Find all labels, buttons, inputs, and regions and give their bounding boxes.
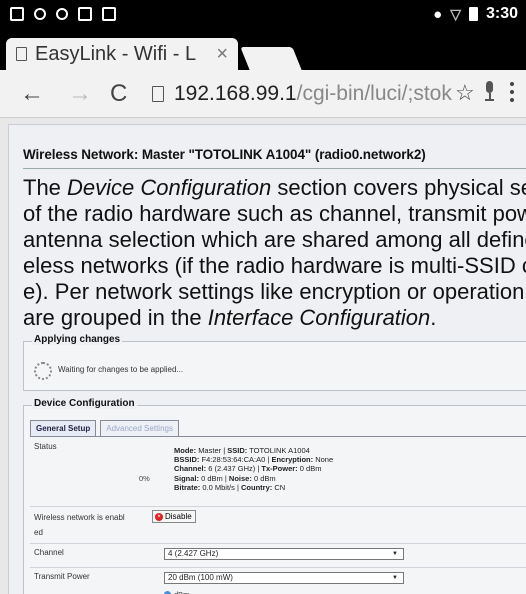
phone-icon [78, 7, 92, 21]
clock: 3:30 [485, 5, 518, 22]
microphone-icon[interactable] [483, 81, 495, 101]
status-bar: ● ▽ 3:30 [0, 0, 526, 30]
wireless-enabled-label-wrap: ed [34, 528, 43, 537]
bookmark-star-icon[interactable]: ☆ [455, 80, 475, 106]
location-icon: ● [433, 5, 443, 23]
disable-button-label: Disable [165, 512, 192, 521]
unit-label: dBm [174, 590, 189, 594]
transmit-power-label: Transmit Power [34, 572, 90, 581]
applying-changes-panel: Applying changes Waiting for changes to … [23, 334, 526, 391]
back-button[interactable]: ← [20, 80, 44, 108]
close-tab-button[interactable]: × [216, 43, 228, 66]
url-host: 192.168.99.1 [174, 82, 297, 105]
transmit-power-select-value: 20 dBm (100 mW) [168, 573, 233, 582]
loading-spinner-icon [34, 362, 52, 380]
notification-icon [56, 8, 68, 20]
applying-changes-legend: Applying changes [32, 334, 123, 345]
status-label: Status [34, 442, 57, 451]
page-content: Wireless Network: Master "TOTOLINK A1004… [8, 124, 526, 594]
image-icon [102, 7, 116, 21]
unit-hint: dBm [164, 590, 189, 594]
tab-title: EasyLink - Wifi - L [35, 42, 197, 65]
wifi-icon: ▽ [450, 5, 461, 22]
browser-toolbar: ← → C 192.168.99.1/cgi-bin/luci/;stok ☆ [0, 70, 526, 118]
channel-select-value: 4 (2.427 GHz) [168, 549, 219, 558]
row-divider [30, 567, 526, 568]
wireless-enabled-label: Wireless network is enabl [34, 513, 125, 522]
config-tabs: General Setup Advanced Settings [30, 420, 179, 436]
web-page: Wireless Network: Master "TOTOLINK A1004… [0, 118, 526, 594]
status-details: Mode: Master | SSID: TOTOLINK A1004 BSSI… [174, 446, 334, 492]
tab-general-setup[interactable]: General Setup [30, 420, 97, 436]
transmit-power-select[interactable]: 20 dBm (100 mW) ▼ [164, 572, 404, 584]
tab-strip: EasyLink - Wifi - L × [0, 30, 526, 70]
page-icon [16, 47, 27, 61]
device-configuration-panel: Device Configuration General Setup Advan… [23, 398, 526, 594]
waiting-message: Waiting for changes to be applied... [58, 365, 184, 374]
overflow-menu-icon[interactable] [510, 82, 514, 106]
channel-select[interactable]: 4 (2.427 GHz) ▼ [164, 548, 404, 560]
url-text[interactable]: 192.168.99.1/cgi-bin/luci/;stok [174, 82, 452, 106]
device-configuration-legend: Device Configuration [32, 398, 137, 409]
row-divider [30, 506, 526, 507]
battery-icon [468, 7, 478, 21]
notification-icon [34, 8, 46, 20]
screenshot-icon [10, 7, 24, 21]
disable-icon: × [155, 512, 163, 521]
new-tab-button[interactable] [240, 47, 302, 70]
chevron-down-icon: ▼ [392, 551, 398, 557]
tab-divider [30, 436, 526, 437]
description-text: The Device Configuration section covers … [23, 175, 526, 330]
status-bar-system: ● ▽ 3:30 [433, 5, 518, 23]
chevron-down-icon: ▼ [392, 575, 398, 581]
url-path: /cgi-bin/luci/;stok [296, 82, 452, 105]
page-info-icon[interactable] [152, 86, 164, 102]
address-bar[interactable]: 192.168.99.1/cgi-bin/luci/;stok [152, 80, 452, 108]
disable-button[interactable]: × Disable [152, 510, 196, 523]
forward-button[interactable]: → [68, 80, 92, 108]
signal-percent: 0% [139, 474, 150, 483]
channel-label: Channel [34, 548, 64, 557]
browser-tab[interactable]: EasyLink - Wifi - L × [6, 38, 238, 70]
reload-button[interactable]: C [110, 80, 127, 108]
status-bar-notifications [10, 7, 116, 21]
network-heading: Wireless Network: Master "TOTOLINK A1004… [23, 147, 526, 169]
tab-advanced-settings[interactable]: Advanced Settings [100, 420, 179, 436]
row-divider [30, 543, 526, 544]
